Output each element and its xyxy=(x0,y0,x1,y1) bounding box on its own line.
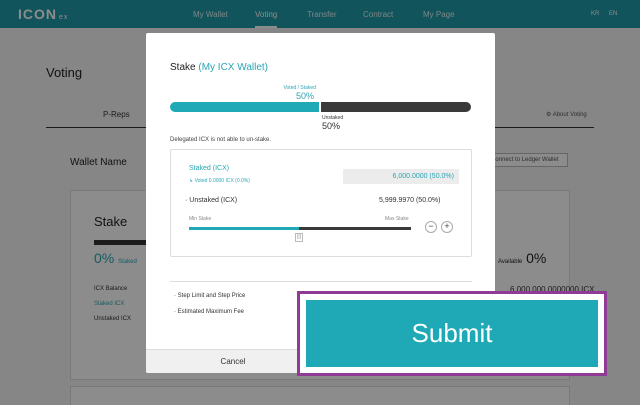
step-limit-label: Step Limit and Step Price xyxy=(174,293,246,299)
voted-sub-info: ↳ Voted 0.0000 ICX (0.0%) xyxy=(189,178,250,184)
decrease-button[interactable]: − xyxy=(425,221,437,233)
slider-track-unstaked[interactable] xyxy=(299,227,411,230)
slider-track-staked[interactable] xyxy=(189,227,299,230)
submit-button[interactable]: Submit xyxy=(306,300,598,367)
estimated-fee-label: Estimated Maximum Fee xyxy=(174,309,244,315)
max-stake-label: Max Stake xyxy=(385,216,409,222)
fee-divider xyxy=(170,281,472,282)
staked-amount-input[interactable] xyxy=(343,169,459,184)
stake-adjust-box: Staked (ICX) ↳ Voted 0.0000 ICX (0.0%) ·… xyxy=(170,149,472,257)
cancel-button[interactable]: Cancel xyxy=(146,350,320,373)
min-stake-label: Min Stake xyxy=(189,216,212,222)
modal-title: Stake (My ICX Wallet) xyxy=(170,62,268,73)
submit-highlight-frame: Submit xyxy=(297,291,607,376)
delegated-note: Delegated ICX is not able to un-stake. xyxy=(170,137,272,143)
unstaked-icx-value: 5,999.9970 (50.0%) xyxy=(379,197,441,204)
unstaked-progress-bar xyxy=(321,102,471,112)
staked-icx-label: Staked (ICX) xyxy=(189,165,230,172)
staked-progress-bar xyxy=(170,102,319,112)
increase-button[interactable]: + xyxy=(441,221,453,233)
unstaked-icx-label: · Unstaked (ICX) xyxy=(185,197,238,204)
slider-handle[interactable]: ||| xyxy=(295,233,303,242)
voted-staked-percent: 50% xyxy=(295,91,314,101)
unstaked-percent: 50% xyxy=(322,121,341,131)
